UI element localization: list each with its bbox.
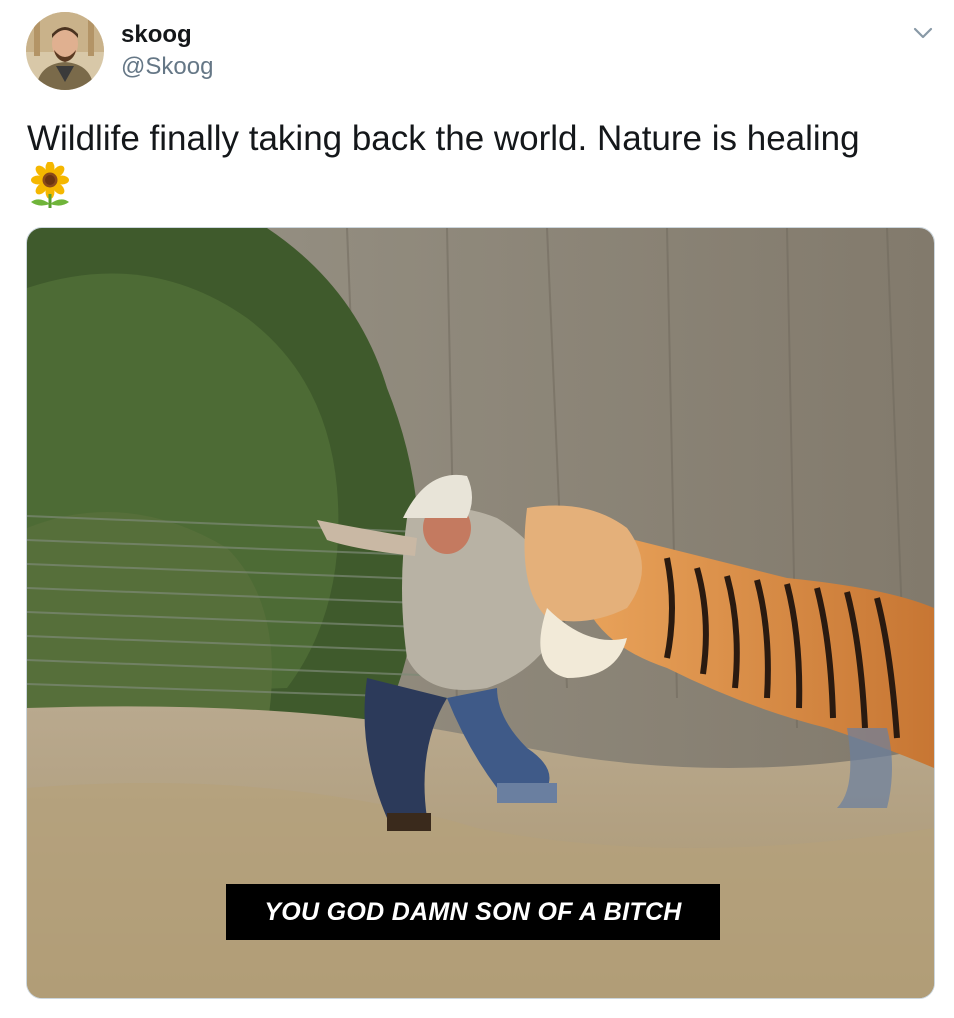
tweet-card: skoog @Skoog Wildlife finally taking bac… xyxy=(0,0,954,1018)
avatar-image xyxy=(26,12,104,90)
author-avatar[interactable] xyxy=(26,12,104,90)
tweet-menu-button[interactable] xyxy=(906,20,940,46)
author-handle[interactable]: @Skoog xyxy=(121,52,213,82)
author-display-name[interactable]: skoog xyxy=(121,20,192,50)
tweet-media-video[interactable]: YOU GOD DAMN SON OF A BITCH xyxy=(26,227,935,999)
tweet-text: Wildlife finally taking back the world. … xyxy=(27,119,860,158)
video-frame-image xyxy=(27,228,934,998)
sunflower-icon xyxy=(27,161,73,210)
chevron-down-icon xyxy=(913,27,933,39)
video-subtitle: YOU GOD DAMN SON OF A BITCH xyxy=(226,884,720,940)
